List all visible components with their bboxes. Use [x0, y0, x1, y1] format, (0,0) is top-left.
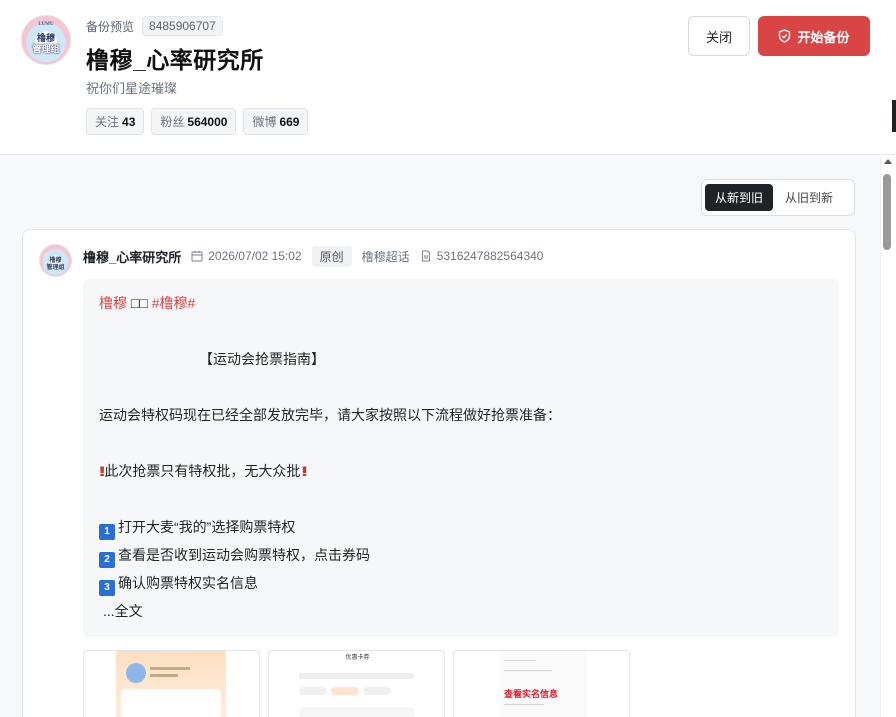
text-line — [150, 674, 178, 677]
avatar-text: 管理组 — [46, 265, 65, 271]
coupon-block — [299, 707, 414, 717]
stat-posts: 微博 669 — [243, 108, 309, 135]
text-line: —————————— — [504, 701, 544, 706]
profile-bio: 祝你们星途璀璨 — [86, 81, 178, 96]
exclamation-icon: !! — [301, 463, 308, 479]
post-id: 5316247882564340 — [420, 249, 544, 263]
calendar-icon — [191, 251, 203, 262]
stat-following: 关注 43 — [86, 108, 145, 135]
post-source: 橹穆超话 — [361, 249, 410, 264]
number-badge-icon: 3 — [99, 580, 115, 596]
post-body: 橹穆 □□ #橹穆# 【运动会抢票指南】 运动会特权码现在已经全部发放完毕，请大… — [83, 279, 839, 637]
text-line — [150, 667, 190, 670]
close-button[interactable]: 关闭 — [688, 16, 750, 56]
read-more-link[interactable]: ...全文 — [103, 601, 143, 621]
window-edge — [892, 100, 896, 132]
post-image[interactable]: ———————— ———————————— 查看实名信息 —————————— — [453, 650, 630, 717]
filter-pill — [299, 687, 327, 695]
post-image[interactable] — [83, 650, 260, 717]
post-list-area: 从新到旧 从旧到新 橹穆 管理组 橹穆_心率研究所 2026/07/02 15:… — [0, 156, 880, 717]
step-text: 打开大麦“我的”选择购票特权 — [118, 519, 296, 535]
original-tag: 原创 — [311, 245, 352, 267]
post-heading: 【运动会抢票指南】 — [199, 351, 325, 367]
text-line — [299, 673, 414, 679]
post-card: 橹穆 管理组 橹穆_心率研究所 2026/07/02 15:02 原创 橹穆超话… — [22, 229, 856, 717]
stat-label: 关注 — [95, 115, 120, 129]
start-backup-button[interactable]: 开始备份 — [758, 16, 870, 56]
post-intro: 运动会特权码现在已经全部发放完毕，请大家按照以下流程做好抢票准备： — [99, 407, 561, 423]
stats-row: 关注 43 粉丝 564000 微博 669 — [86, 108, 309, 135]
stat-label: 粉丝 — [160, 115, 185, 129]
page-title: 橹穆_心率研究所 — [86, 47, 264, 73]
start-backup-label: 开始备份 — [797, 29, 850, 45]
topic-line: 橹穆 □□ #橹穆# — [99, 293, 195, 313]
card-block — [121, 689, 221, 717]
step-line: 3 确认购票特权实名信息 — [99, 573, 258, 596]
document-icon — [421, 250, 430, 262]
stat-followers: 粉丝 564000 — [151, 108, 237, 135]
topic-tag[interactable]: #橹穆# — [152, 295, 196, 311]
thumbnail-caption: 查看实名信息 — [504, 689, 559, 699]
account-id-badge: 8485906707 — [142, 16, 223, 36]
shield-icon — [779, 29, 791, 43]
text-line: ———————— — [504, 657, 536, 662]
avatar — [126, 663, 146, 683]
step-line: 2 查看是否收到运动会购票特权，点击券码 — [99, 545, 370, 568]
post-image[interactable]: 优惠卡券 — [268, 650, 445, 717]
avatar-text: 管理组 — [32, 44, 60, 54]
preview-label: 备份预览 — [86, 19, 135, 34]
scrollbar[interactable] — [880, 156, 896, 717]
number-badge-icon: 2 — [99, 552, 115, 568]
stat-value: 669 — [279, 115, 300, 129]
sort-toggle: 从新到旧 从旧到新 — [701, 179, 855, 216]
warning-text: 此次抢票只有特权批，无大众批 — [104, 463, 301, 479]
stat-value: 564000 — [187, 115, 228, 129]
filter-pill — [363, 687, 391, 695]
post-avatar: 橹穆 管理组 — [39, 244, 72, 277]
scroll-up-icon[interactable] — [884, 159, 892, 164]
stat-label: 微博 — [252, 115, 277, 129]
filter-pill — [331, 687, 359, 695]
thumbnail-caption: 优惠卡券 — [345, 655, 370, 661]
post-date-text: 2026/07/02 15:02 — [208, 249, 302, 263]
profile-header: LUMU 橹穆 管理组 备份预览 8485906707 橹穆_心率研究所 祝你们… — [0, 0, 896, 155]
post-meta: 橹穆_心率研究所 2026/07/02 15:02 原创 橹穆超话 531624… — [83, 245, 543, 267]
topic-placeholder: □□ — [130, 295, 148, 311]
scrollbar-thumb[interactable] — [883, 174, 891, 250]
post-images: 优惠卡券 ———————— ———————————— 查看实名信息 ——————… — [83, 650, 630, 717]
post-id-text: 5316247882564340 — [436, 249, 544, 263]
step-text: 确认购票特权实名信息 — [118, 575, 258, 591]
number-badge-icon: 1 — [99, 524, 115, 540]
meta-row: 备份预览 8485906707 — [86, 16, 223, 36]
stat-value: 43 — [122, 115, 136, 129]
step-text: 查看是否收到运动会购票特权，点击券码 — [118, 547, 370, 563]
topic-prefix[interactable]: 橹穆 — [99, 295, 127, 311]
text-line: ———————————— — [504, 667, 552, 672]
exclamation-icon: !! — [99, 463, 106, 479]
post-date: 2026/07/02 15:02 — [191, 249, 302, 263]
step-line: 1 打开大麦“我的”选择购票特权 — [99, 517, 295, 540]
post-author: 橹穆_心率研究所 — [83, 249, 182, 265]
avatar: LUMU 橹穆 管理组 — [21, 15, 71, 65]
sort-oldest-button[interactable]: 从旧到新 — [775, 184, 843, 211]
sort-newest-button[interactable]: 从新到旧 — [705, 184, 774, 211]
warning-line: !! 此次抢票只有特权批，无大众批!! — [99, 461, 308, 481]
avatar-text: LUMU — [38, 22, 54, 27]
